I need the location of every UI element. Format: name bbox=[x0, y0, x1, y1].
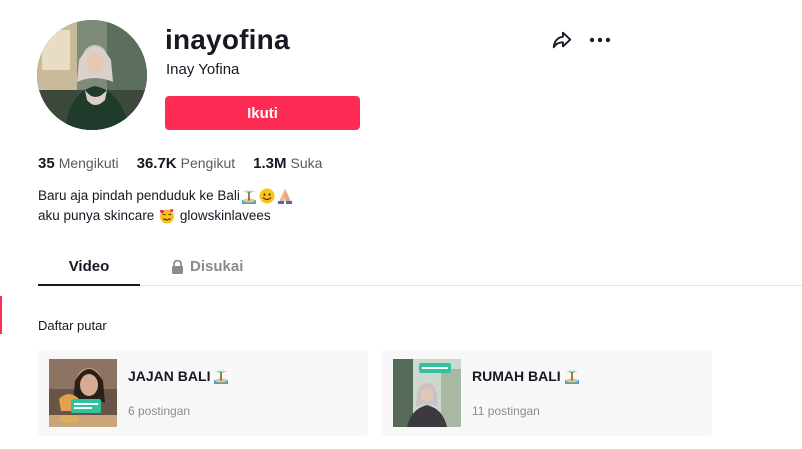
bio-text: Baru aja pindah penduduk ke Bali bbox=[38, 188, 240, 203]
follow-button[interactable]: Ikuti bbox=[165, 96, 360, 130]
smiling-face-emoji bbox=[259, 188, 275, 204]
stat-value: 35 bbox=[38, 155, 55, 172]
bio-line: Baru aja pindah penduduk ke Bali bbox=[38, 186, 294, 206]
stat-value: 1.3M bbox=[253, 155, 287, 172]
lock-icon bbox=[172, 260, 183, 274]
avatar[interactable] bbox=[37, 20, 147, 130]
more-options-icon[interactable] bbox=[588, 29, 612, 51]
profile-bio: Baru aja pindah penduduk ke Bali aku pun… bbox=[38, 186, 294, 226]
username: inayofina bbox=[165, 24, 290, 55]
playlist-card-jajan-bali[interactable]: JAJAN BALI 6 postingan bbox=[38, 350, 368, 436]
playlist-title: JAJAN BALI bbox=[128, 368, 230, 384]
stat-label: Mengikuti bbox=[58, 155, 119, 171]
stat-value: 36.7K bbox=[136, 155, 177, 172]
playlist-title: RUMAH BALI bbox=[472, 368, 581, 384]
stat-label: Pengikut bbox=[180, 155, 236, 171]
playlist-title-text: JAJAN BALI bbox=[128, 368, 211, 384]
playlist-section-title: Daftar putar bbox=[38, 318, 107, 333]
bio-line: aku punya skincare glowskinlavees bbox=[38, 206, 294, 226]
profile-tabs: Video Disukai bbox=[38, 254, 802, 286]
tab-video[interactable]: Video bbox=[38, 254, 140, 286]
playlist-post-count: 6 postingan bbox=[128, 404, 191, 418]
playlist-title-text: RUMAH BALI bbox=[472, 368, 561, 384]
share-icon[interactable] bbox=[551, 29, 573, 51]
palm-island-emoji bbox=[214, 368, 229, 384]
stat-label: Suka bbox=[290, 155, 323, 171]
display-name: Inay Yofina bbox=[166, 61, 240, 78]
palm-island-emoji bbox=[564, 368, 579, 384]
playlist-thumbnail bbox=[49, 359, 117, 427]
smiling-hearts-emoji bbox=[160, 209, 175, 224]
stat-likes: 1.3M Suka bbox=[253, 155, 322, 172]
stat-following[interactable]: 35 Mengikuti bbox=[38, 155, 119, 172]
profile-page: inayofina Inay Yofina Ikuti 35 Mengikuti … bbox=[0, 0, 802, 449]
palm-island-emoji bbox=[241, 188, 256, 204]
stat-followers[interactable]: 36.7K Pengikut bbox=[137, 155, 236, 172]
bio-text: glowskinlavees bbox=[176, 208, 271, 223]
bio-text: aku punya skincare bbox=[38, 208, 159, 223]
playlist-thumbnail bbox=[393, 359, 461, 427]
playlist-post-count: 11 postingan bbox=[472, 404, 540, 418]
praying-hands-emoji bbox=[277, 189, 292, 204]
playlist-card-rumah-bali[interactable]: RUMAH BALI 11 postingan bbox=[382, 350, 712, 436]
tab-liked[interactable]: Disukai bbox=[171, 254, 243, 284]
edge-accent-bar bbox=[0, 296, 2, 334]
tab-liked-label: Disukai bbox=[190, 258, 244, 275]
profile-stats: 35 Mengikuti 36.7K Pengikut 1.3M Suka bbox=[38, 155, 322, 172]
avatar-photo bbox=[37, 20, 147, 130]
